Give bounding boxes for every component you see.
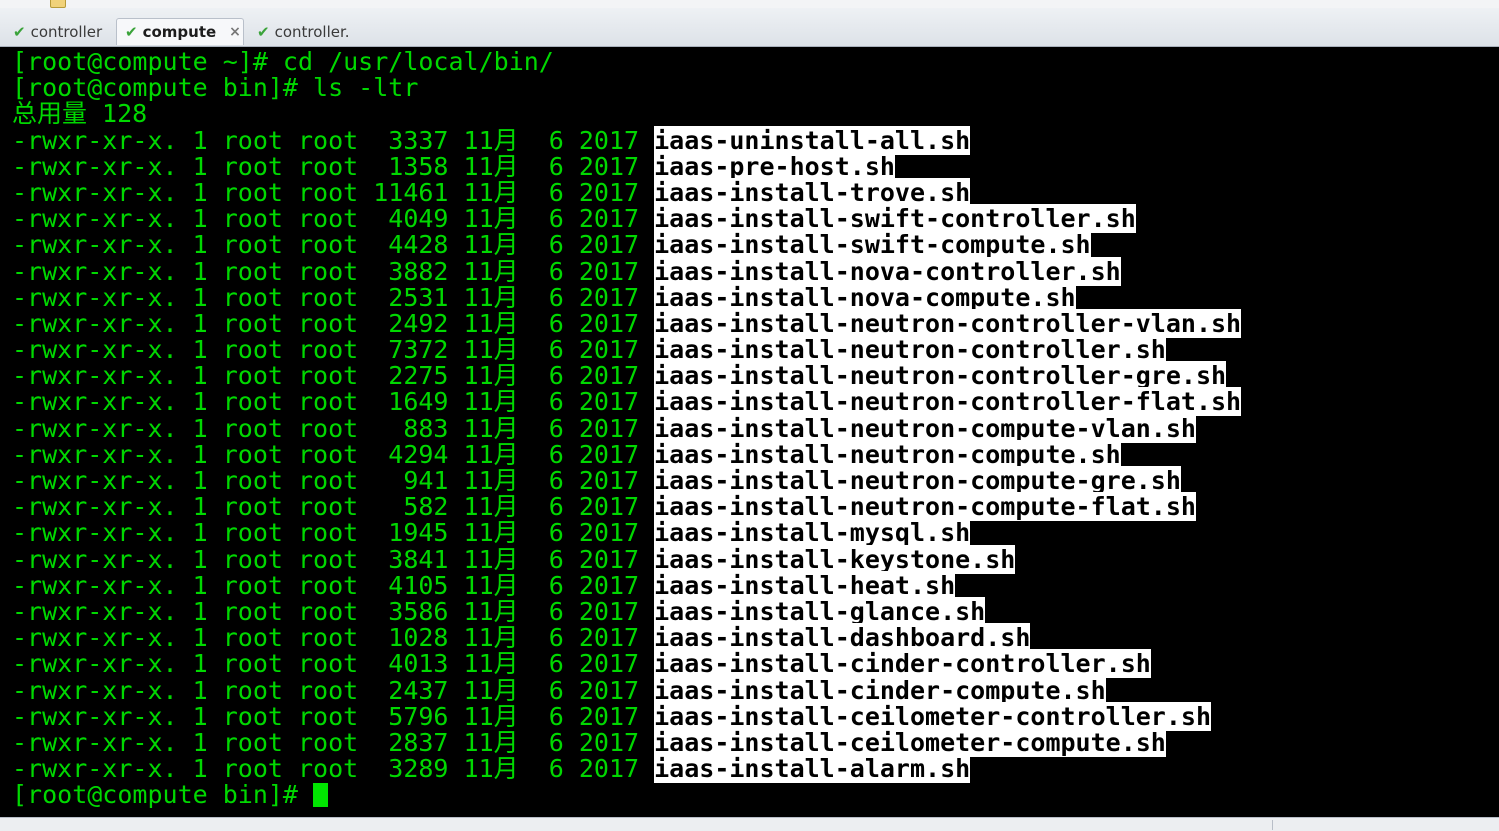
terminal-lines: [root@compute ~]# cd /usr/local/bin/ [ro…	[12, 47, 1242, 808]
check-icon: ✔	[125, 23, 138, 41]
file-name: iaas-install-neutron-compute.sh	[654, 439, 1121, 469]
file-meta: -rwxr-xr-x. 1 root root 2837 11月 6 2017	[12, 727, 655, 757]
total-line: 总用量 128	[12, 99, 148, 129]
prompt-text: [root@compute bin]#	[12, 780, 314, 810]
file-name: iaas-uninstall-all.sh	[654, 125, 971, 155]
file-name: iaas-install-nova-controller.sh	[654, 256, 1121, 286]
file-name: iaas-install-cinder-compute.sh	[654, 675, 1106, 705]
listing-row: -rwxr-xr-x. 1 root root 3841 11月 6 2017 …	[12, 544, 1241, 574]
file-meta: -rwxr-xr-x. 1 root root 4294 11月 6 2017	[12, 439, 655, 469]
file-name: iaas-install-cinder-controller.sh	[654, 649, 1151, 679]
file-listing: -rwxr-xr-x. 1 root root 3337 11月 6 2017 …	[12, 125, 1242, 784]
listing-row: -rwxr-xr-x. 1 root root 3586 11月 6 2017 …	[12, 596, 1241, 626]
prompt-line: [root@compute bin]#	[12, 782, 1241, 808]
file-name: iaas-install-dashboard.sh	[654, 623, 1031, 653]
file-meta: -rwxr-xr-x. 1 root root 941 11月 6 2017	[12, 466, 655, 495]
file-meta: -rwxr-xr-x. 1 root root 2531 11月 6 2017	[12, 282, 655, 312]
close-icon[interactable]: ×	[229, 24, 241, 40]
listing-row: -rwxr-xr-x. 1 root root 1649 11月 6 2017 …	[12, 387, 1242, 417]
file-meta: -rwxr-xr-x. 1 root root 1649 11月 6 2017	[12, 387, 655, 417]
listing-row: -rwxr-xr-x. 1 root root 3289 11月 6 2017 …	[12, 754, 1241, 784]
terminal-output[interactable]: [root@compute ~]# cd /usr/local/bin/ [ro…	[0, 47, 1499, 817]
status-bar	[0, 817, 1499, 831]
file-meta: -rwxr-xr-x. 1 root root 7372 11月 6 2017	[12, 335, 655, 365]
file-meta: -rwxr-xr-x. 1 root root 11461 11月 6 2017	[12, 177, 655, 207]
listing-row: -rwxr-xr-x. 1 root root 2275 11月 6 2017 …	[12, 361, 1241, 391]
listing-row: -rwxr-xr-x. 1 root root 1945 11月 6 2017 …	[12, 518, 1241, 548]
listing-row: -rwxr-xr-x. 1 root root 2837 11月 6 2017 …	[12, 727, 1241, 757]
file-name: iaas-install-mysql.sh	[654, 518, 971, 548]
file-name: iaas-install-neutron-controller-flat.sh	[654, 387, 1242, 417]
file-meta: -rwxr-xr-x. 1 root root 1028 11月 6 2017	[12, 623, 655, 653]
file-meta: -rwxr-xr-x. 1 root root 4105 11月 6 2017	[12, 570, 655, 600]
file-name: iaas-install-alarm.sh	[654, 754, 971, 784]
terminal-cursor	[313, 783, 329, 808]
file-name: iaas-install-ceilometer-compute.sh	[654, 727, 1166, 757]
listing-row: -rwxr-xr-x. 1 root root 883 11月 6 2017 i…	[12, 413, 1241, 443]
file-meta: -rwxr-xr-x. 1 root root 4428 11月 6 2017	[12, 230, 655, 260]
listing-row: -rwxr-xr-x. 1 root root 7372 11月 6 2017 …	[12, 335, 1241, 365]
listing-row: -rwxr-xr-x. 1 root root 2492 11月 6 2017 …	[12, 308, 1242, 338]
tab-label: controller	[30, 23, 103, 41]
file-meta: -rwxr-xr-x. 1 root root 5796 11月 6 2017	[12, 701, 655, 731]
file-meta: -rwxr-xr-x. 1 root root 1358 11月 6 2017	[12, 151, 655, 181]
check-icon: ✔	[13, 23, 26, 41]
listing-row: -rwxr-xr-x. 1 root root 4013 11月 6 2017 …	[12, 649, 1241, 679]
file-meta: -rwxr-xr-x. 1 root root 4013 11月 6 2017	[12, 649, 655, 679]
command-line: [root@compute bin]# ls -ltr	[12, 73, 419, 103]
file-name: iaas-install-neutron-controller-vlan.sh	[654, 308, 1242, 338]
file-name: iaas-install-swift-compute.sh	[654, 230, 1091, 260]
file-meta: -rwxr-xr-x. 1 root root 3337 11月 6 2017	[12, 125, 655, 155]
listing-row: -rwxr-xr-x. 1 root root 4049 11月 6 2017 …	[12, 204, 1241, 234]
file-name: iaas-pre-host.sh	[654, 151, 895, 181]
tab-controller-2[interactable]: ✔ controller.	[248, 18, 364, 45]
tab-compute[interactable]: ✔ compute ×	[116, 18, 244, 45]
file-meta: -rwxr-xr-x. 1 root root 2275 11月 6 2017	[12, 361, 655, 391]
file-name: iaas-install-glance.sh	[654, 596, 986, 626]
file-name: iaas-install-nova-compute.sh	[654, 282, 1076, 312]
session-tab-bar: ✔ controller ✔ compute × ✔ controller.	[0, 8, 1499, 47]
file-name: iaas-install-swift-controller.sh	[654, 204, 1136, 234]
listing-row: -rwxr-xr-x. 1 root root 1358 11月 6 2017 …	[12, 151, 1241, 181]
listing-row: -rwxr-xr-x. 1 root root 2531 11月 6 2017 …	[12, 282, 1241, 312]
file-meta: -rwxr-xr-x. 1 root root 1945 11月 6 2017	[12, 518, 655, 548]
listing-row: -rwxr-xr-x. 1 root root 5796 11月 6 2017 …	[12, 701, 1241, 731]
file-name: iaas-install-neutron-controller.sh	[654, 335, 1166, 365]
file-name: iaas-install-neutron-compute-vlan.sh	[654, 413, 1196, 443]
listing-row: -rwxr-xr-x. 1 root root 3882 11月 6 2017 …	[12, 256, 1241, 286]
toolbar-folder-icon	[50, 0, 66, 8]
file-name: iaas-install-neutron-compute-flat.sh	[654, 492, 1196, 522]
file-meta: -rwxr-xr-x. 1 root root 2492 11月 6 2017	[12, 308, 655, 338]
listing-row: -rwxr-xr-x. 1 root root 4428 11月 6 2017 …	[12, 230, 1241, 260]
file-meta: -rwxr-xr-x. 1 root root 3841 11月 6 2017	[12, 544, 655, 574]
tab-controller-1[interactable]: ✔ controller	[4, 18, 114, 45]
file-meta: -rwxr-xr-x. 1 root root 2437 11月 6 2017	[12, 675, 655, 705]
file-meta: -rwxr-xr-x. 1 root root 3586 11月 6 2017	[12, 596, 655, 626]
tab-label: controller.	[274, 23, 350, 41]
file-meta: -rwxr-xr-x. 1 root root 3289 11月 6 2017	[12, 754, 655, 784]
listing-row: -rwxr-xr-x. 1 root root 941 11月 6 2017 i…	[12, 466, 1241, 495]
tab-label: compute	[142, 23, 217, 41]
file-name: iaas-install-neutron-controller-gre.sh	[654, 361, 1227, 391]
file-name: iaas-install-neutron-compute-gre.sh	[654, 466, 1181, 495]
listing-row: -rwxr-xr-x. 1 root root 4294 11月 6 2017 …	[12, 439, 1241, 469]
file-name: iaas-install-heat.sh	[654, 570, 956, 600]
file-meta: -rwxr-xr-x. 1 root root 582 11月 6 2017	[12, 492, 655, 522]
file-name: iaas-install-ceilometer-controller.sh	[654, 701, 1212, 731]
file-name: iaas-install-trove.sh	[654, 177, 971, 207]
listing-row: -rwxr-xr-x. 1 root root 11461 11月 6 2017…	[12, 177, 1241, 207]
listing-row: -rwxr-xr-x. 1 root root 4105 11月 6 2017 …	[12, 570, 1241, 600]
file-name: iaas-install-keystone.sh	[654, 544, 1016, 574]
command-line: [root@compute ~]# cd /usr/local/bin/	[12, 47, 554, 76]
listing-row: -rwxr-xr-x. 1 root root 582 11月 6 2017 i…	[12, 492, 1241, 522]
status-divider	[1272, 820, 1273, 830]
file-meta: -rwxr-xr-x. 1 root root 883 11月 6 2017	[12, 413, 655, 443]
listing-row: -rwxr-xr-x. 1 root root 2437 11月 6 2017 …	[12, 675, 1241, 705]
file-meta: -rwxr-xr-x. 1 root root 3882 11月 6 2017	[12, 256, 655, 286]
check-icon: ✔	[257, 23, 270, 41]
listing-row: -rwxr-xr-x. 1 root root 1028 11月 6 2017 …	[12, 623, 1241, 653]
listing-row: -rwxr-xr-x. 1 root root 3337 11月 6 2017 …	[12, 125, 1241, 155]
file-meta: -rwxr-xr-x. 1 root root 4049 11月 6 2017	[12, 204, 655, 234]
